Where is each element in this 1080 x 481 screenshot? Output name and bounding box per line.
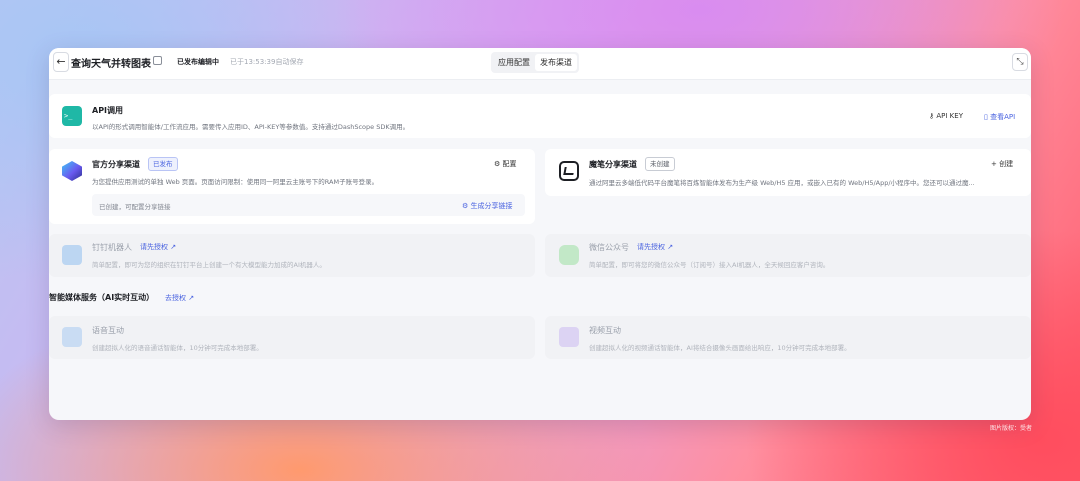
dingtalk-auth-link[interactable]: 请先授权 ↗ xyxy=(140,242,176,252)
tab-bar: 应用配置 发布渠道 xyxy=(491,52,579,73)
wechat-desc: 简单配置，即可将您的微信公众号（订阅号）接入AI机器人，全天候回应客户咨询。 xyxy=(589,261,830,269)
mobi-logo-mark xyxy=(563,167,575,175)
app-title: 查询天气并转图表 xyxy=(71,59,151,70)
dingtalk-icon xyxy=(62,245,82,265)
plus-icon: + xyxy=(991,160,997,168)
view-api-button[interactable]: ▯ 查看API xyxy=(984,112,1015,122)
share-link-status: 已创建，可配置分享链接 xyxy=(99,203,171,211)
voice-desc: 创建超拟人化的语音通话智能体，10分钟可完成本地部署。 xyxy=(92,344,263,352)
collapse-icon: ⤡ xyxy=(1016,57,1024,67)
official-share-desc: 为您提供应用测试的单独 Web 页面。页面访问限制：使用同一阿里云主账号下的RA… xyxy=(92,178,379,186)
dingtalk-desc: 简单配置，即可为您的组织在钉钉平台上创建一个有大模型能力加成的AI机器人。 xyxy=(92,261,326,269)
generate-link-label: 生成分享链接 xyxy=(470,202,513,210)
mobi-logo-icon xyxy=(559,161,579,181)
official-share-title: 官方分享渠道 xyxy=(92,160,140,169)
phone-icon xyxy=(62,327,82,347)
api-key-label: API KEY xyxy=(936,112,963,120)
view-api-label: 查看API xyxy=(990,113,1016,121)
app-window: ← 查询天气并转图表 已发布编辑中 已于13:53:39自动保存 应用配置 发布… xyxy=(49,48,1031,420)
back-arrow-icon: ← xyxy=(56,55,66,68)
doc-icon: ▯ xyxy=(984,113,988,121)
api-card: >_ API调用 以API的形式调用智能体/工作流应用。需要传入应用ID、API… xyxy=(49,94,1031,138)
video-desc: 创建超拟人化的视频通话智能体，AI将结合摄像头画面给出响应，10分钟可完成本地部… xyxy=(589,344,851,352)
wechat-auth-link[interactable]: 请先授权 ↗ xyxy=(637,242,673,252)
dingtalk-card: 钉钉机器人 请先授权 ↗ 简单配置，即可为您的组织在钉钉平台上创建一个有大模型能… xyxy=(49,234,535,277)
back-button[interactable]: ← xyxy=(53,52,69,72)
gear-icon: ⚙ xyxy=(494,160,501,168)
collapse-button[interactable]: ⤡ xyxy=(1012,53,1028,71)
video-camera-icon xyxy=(559,327,579,347)
media-auth-link[interactable]: 去授权 ↗ xyxy=(165,293,194,303)
gear-icon: ⚙ xyxy=(462,202,469,210)
top-bar: ← 查询天气并转图表 已发布编辑中 已于13:53:39自动保存 应用配置 发布… xyxy=(49,48,1031,80)
mobi-share-card: 魔笔分享渠道 未创建 + 创建 通过阿里云多端低代码平台魔笔将百炼智能体发布为生… xyxy=(545,149,1031,196)
wechat-icon xyxy=(559,245,579,265)
published-badge: 已发布 xyxy=(148,157,178,171)
edit-icon[interactable] xyxy=(153,56,162,65)
mobi-share-title: 魔笔分享渠道 xyxy=(589,160,637,169)
dingtalk-title: 钉钉机器人 xyxy=(92,243,132,252)
api-card-title: API调用 xyxy=(92,106,124,115)
voice-card: 语音互动 创建超拟人化的语音通话智能体，10分钟可完成本地部署。 xyxy=(49,316,535,359)
not-created-badge: 未创建 xyxy=(645,157,675,171)
video-title: 视频互动 xyxy=(589,326,621,335)
api-key-button[interactable]: ⚷ API KEY xyxy=(929,112,963,120)
share-link-bar: 已创建，可配置分享链接 ⚙ 生成分享链接 xyxy=(92,194,525,216)
create-label: 创建 xyxy=(999,160,1014,168)
autosave-status: 已于13:53:39自动保存 xyxy=(230,58,304,66)
create-button[interactable]: + 创建 xyxy=(991,159,1013,169)
generate-link-button[interactable]: ⚙ 生成分享链接 xyxy=(462,201,513,211)
key-icon: ⚷ xyxy=(929,112,935,120)
tab-publish-channels[interactable]: 发布渠道 xyxy=(535,54,577,71)
terminal-icon: >_ xyxy=(62,106,82,126)
video-card: 视频互动 创建超拟人化的视频通话智能体，AI将结合摄像头画面给出响应，10分钟可… xyxy=(545,316,1031,359)
wechat-card: 微信公众号 请先授权 ↗ 简单配置，即可将您的微信公众号（订阅号）接入AI机器人… xyxy=(545,234,1031,277)
mobi-share-desc: 通过阿里云多端低代码平台魔笔将百炼智能体发布为生产级 Web/H5 应用，或嵌入… xyxy=(589,179,975,187)
official-share-card: 官方分享渠道 已发布 ⚙ 配置 为您提供应用测试的单独 Web 页面。页面访问限… xyxy=(49,149,535,224)
bailian-logo-icon xyxy=(62,161,82,181)
wechat-title: 微信公众号 xyxy=(589,243,629,252)
publish-status: 已发布编辑中 xyxy=(177,58,219,66)
tab-app-config[interactable]: 应用配置 xyxy=(493,54,535,71)
api-card-desc: 以API的形式调用智能体/工作流应用。需要传入应用ID、API-KEY等参数值。… xyxy=(92,123,410,131)
config-label: 配置 xyxy=(502,160,517,168)
image-credit: 图片版权：受者 xyxy=(990,425,1033,432)
media-section-title: 智能媒体服务（AI实时互动） xyxy=(49,293,155,302)
config-button[interactable]: ⚙ 配置 xyxy=(494,159,517,169)
voice-title: 语音互动 xyxy=(92,326,124,335)
